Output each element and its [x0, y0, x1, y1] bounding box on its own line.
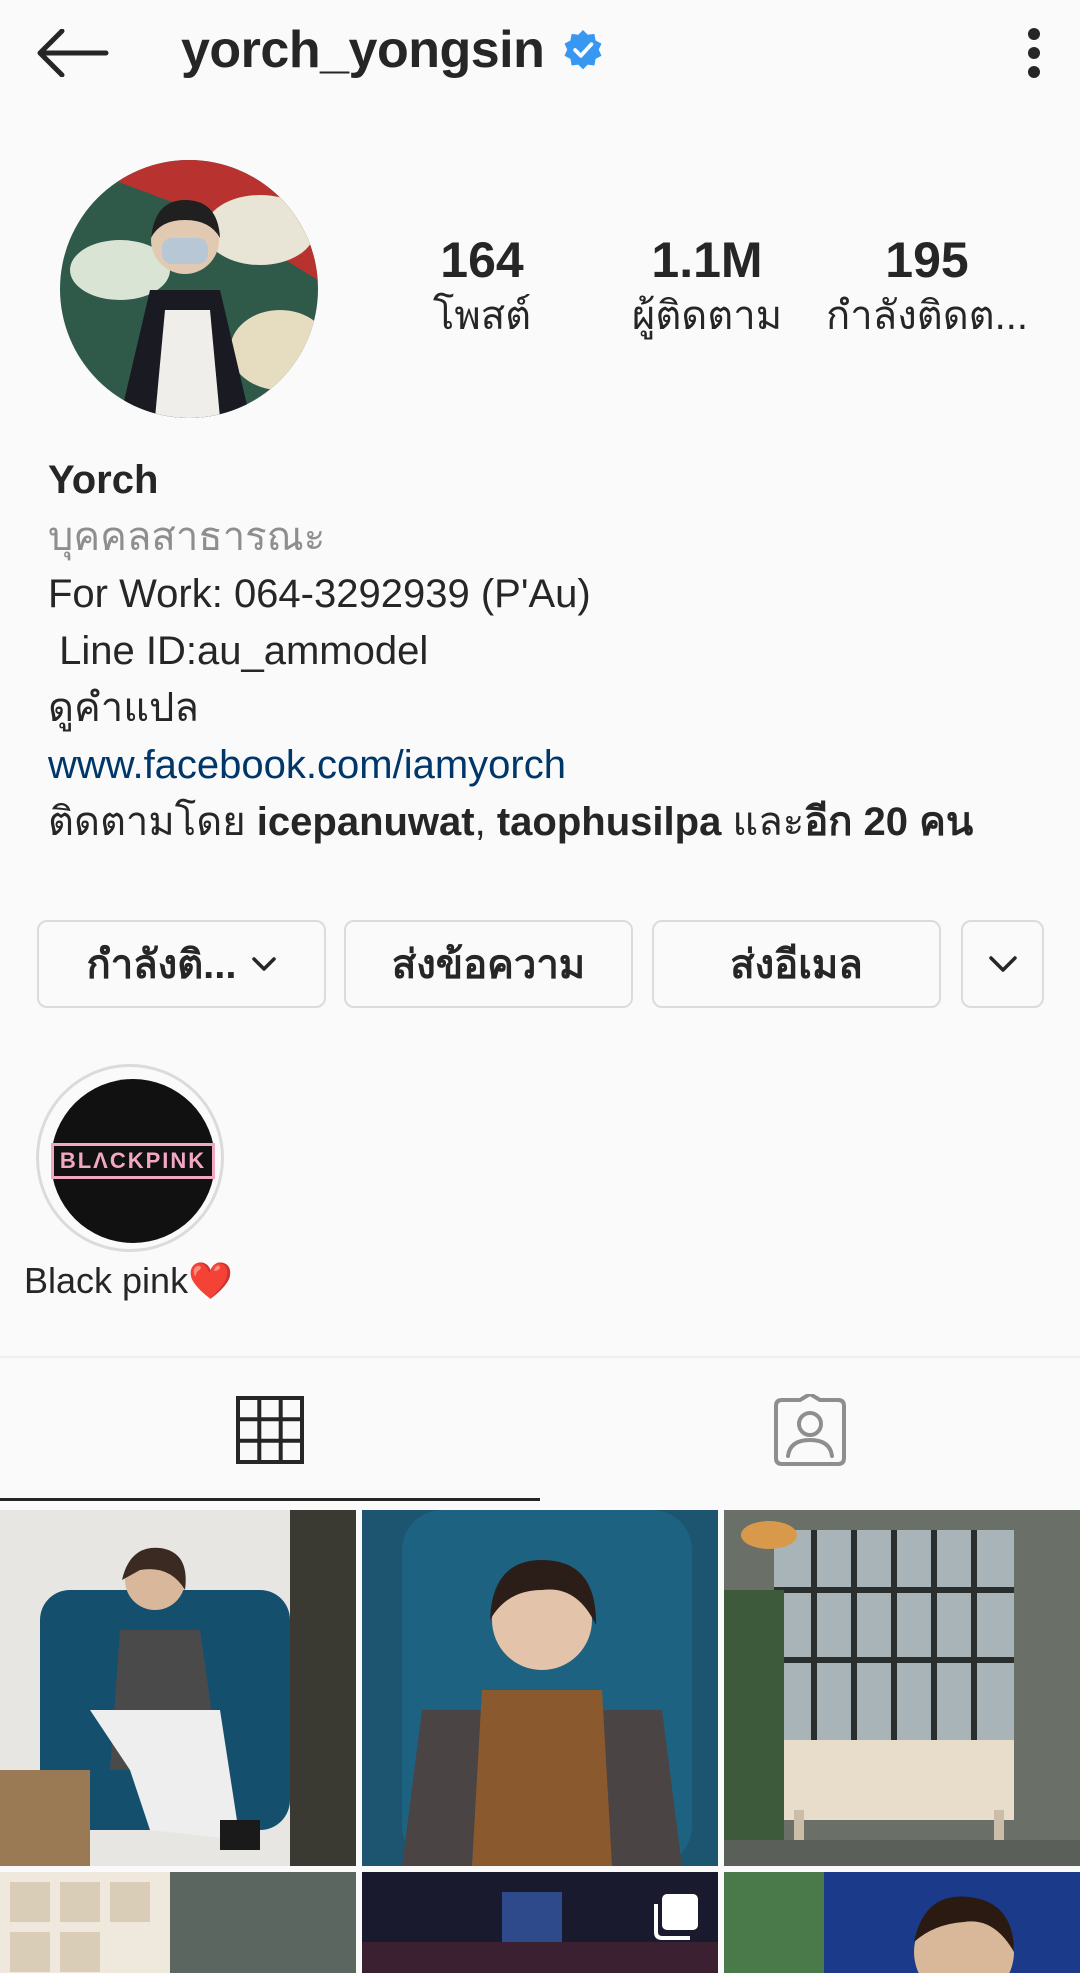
- chevron-down-icon: [988, 955, 1018, 973]
- followed-by-user-1[interactable]: icepanuwat: [257, 800, 475, 844]
- post-image: [362, 1510, 718, 1866]
- top-bar: yorch_yongsin: [0, 0, 1080, 104]
- post-thumbnail[interactable]: [724, 1510, 1080, 1866]
- profile-bio: Yorch บุคคลสาธารณะ For Work: 064-3292939…: [48, 452, 1048, 851]
- followed-by-and: และ: [721, 800, 805, 844]
- highlight-ring: BLΛCKPINK: [36, 1064, 224, 1252]
- posts-count[interactable]: 164 โพสต์: [412, 232, 552, 344]
- bio-line-lineid: Line ID:au_ammodel: [48, 629, 429, 673]
- followed-by-separator: ,: [474, 800, 497, 844]
- blackpink-logo: BLΛCKPINK: [50, 1143, 216, 1179]
- message-button-label: ส่งข้อความ: [391, 943, 586, 987]
- profile-category: บุคคลสาธารณะ: [48, 515, 326, 559]
- bio-website-link[interactable]: www.facebook.com/iamyorch: [48, 737, 1048, 794]
- followers-count-value: 1.1M: [651, 232, 763, 288]
- verified-badge-icon: [564, 30, 602, 70]
- followers-count[interactable]: 1.1M ผู้ติดตาม: [618, 232, 796, 344]
- post-thumbnail[interactable]: [362, 1872, 718, 1973]
- followed-by-more[interactable]: อีก 20 คน: [804, 800, 973, 844]
- chevron-down-icon: [251, 956, 277, 972]
- tagged-person-icon: [774, 1394, 846, 1466]
- following-count[interactable]: 195 กำลังติดต...: [822, 232, 1032, 344]
- post-thumbnail[interactable]: [362, 1510, 718, 1866]
- followers-count-label: ผู้ติดตาม: [631, 294, 783, 338]
- followed-by-user-2[interactable]: taophusilpa: [497, 800, 721, 844]
- more-vertical-icon: [1028, 28, 1040, 78]
- following-button[interactable]: กำลังติ...: [37, 920, 326, 1008]
- post-image: [724, 1510, 1080, 1866]
- following-count-value: 195: [885, 232, 969, 288]
- tab-tagged[interactable]: [540, 1358, 1080, 1502]
- active-tab-indicator: [0, 1498, 540, 1501]
- post-thumbnail[interactable]: [724, 1872, 1080, 1973]
- email-button-label: ส่งอีเมล: [730, 943, 863, 987]
- post-thumbnail[interactable]: [0, 1872, 356, 1973]
- grid-icon: [236, 1396, 304, 1464]
- email-button[interactable]: ส่งอีเมล: [652, 920, 941, 1008]
- post-image: [0, 1872, 356, 1973]
- post-thumbnail[interactable]: [0, 1510, 356, 1866]
- back-arrow-icon: [37, 29, 109, 77]
- tab-grid-posts[interactable]: [0, 1358, 540, 1502]
- followed-by-prefix: ติดตามโดย: [48, 800, 257, 844]
- profile-stats: 164 โพสต์ 1.1M ผู้ติดตาม 195 กำลังติดต..…: [0, 232, 1080, 352]
- back-button[interactable]: [30, 22, 114, 84]
- highlight-label: Black pink❤️: [24, 1260, 233, 1301]
- profile-username: yorch_yongsin: [181, 20, 604, 80]
- multiple-photos-icon: [654, 1894, 698, 1940]
- post-image: [724, 1872, 1080, 1973]
- bio-line-work: For Work: 064-3292939 (P'Au): [48, 572, 591, 616]
- see-translation-link[interactable]: ดูคำแปล: [48, 680, 1048, 737]
- followed-by-line[interactable]: ติดตามโดย icepanuwat, taophusilpa และอีก…: [48, 794, 1048, 851]
- suggested-accounts-button[interactable]: [961, 920, 1044, 1008]
- post-image: [0, 1510, 356, 1866]
- following-count-label: กำลังติดต...: [826, 294, 1028, 338]
- highlight-cover: BLΛCKPINK: [50, 1079, 216, 1243]
- posts-count-label: โพสต์: [432, 294, 532, 338]
- more-options-button[interactable]: [1014, 20, 1054, 86]
- profile-full-name: Yorch: [48, 458, 159, 502]
- message-button[interactable]: ส่งข้อความ: [344, 920, 633, 1008]
- following-button-label: กำลังติ...: [86, 943, 237, 987]
- posts-count-value: 164: [440, 232, 524, 288]
- username-text: yorch_yongsin: [181, 21, 545, 79]
